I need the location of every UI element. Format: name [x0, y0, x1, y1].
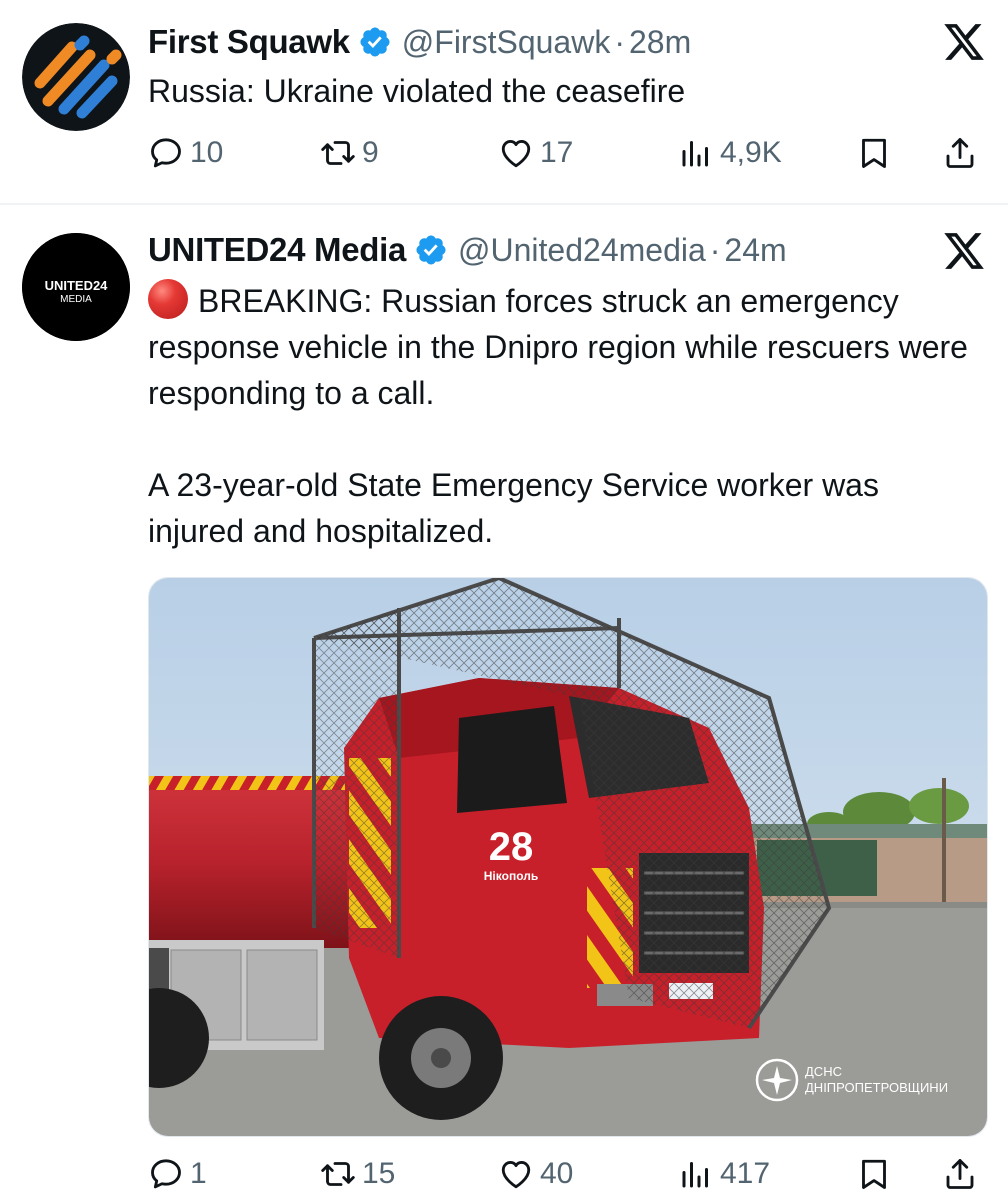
tweet-united24-media[interactable]: UNITED24 MEDIA UNITED24 Media @United24m… [0, 205, 1008, 1200]
display-name[interactable]: First Squawk [148, 23, 350, 61]
handle[interactable]: @United24media [458, 232, 706, 269]
avatar-logo-line1: UNITED24 [45, 278, 109, 293]
like-count: 40 [540, 1157, 574, 1190]
x-logo-icon[interactable] [942, 229, 986, 273]
action-bar: 1 15 40 417 [148, 1149, 988, 1199]
repost-icon [320, 135, 356, 171]
action-bar: 10 9 17 4,9K [148, 128, 988, 178]
handle[interactable]: @FirstSquawk [402, 24, 611, 61]
tweet-text: BREAKING: Russian forces struck an emerg… [148, 278, 968, 554]
avatar[interactable]: UNITED24 MEDIA [22, 233, 130, 341]
views-icon [678, 135, 714, 171]
fire-truck-photo: 28 Нікополь ДСНС ДНІПРОПЕТРОВЩИНИ [149, 578, 987, 1136]
united24-logo-icon: UNITED24 MEDIA [22, 233, 130, 341]
red-circle-emoji-icon [148, 279, 188, 319]
timestamp[interactable]: 28m [629, 24, 691, 61]
views-button[interactable]: 4,9K [678, 128, 782, 178]
share-icon [942, 135, 978, 171]
reply-button[interactable]: 1 [148, 1149, 207, 1199]
bookmark-button[interactable] [856, 1149, 892, 1199]
tweet-text: Russia: Ukraine violated the ceasefire [148, 68, 968, 114]
verified-badge-icon [414, 233, 448, 267]
tweet-text-paragraph: A 23-year-old State Emergency Service wo… [148, 467, 879, 549]
share-button[interactable] [942, 128, 978, 178]
first-squawk-logo-icon [22, 23, 130, 131]
avatar[interactable] [22, 23, 130, 131]
timestamp[interactable]: 24m [724, 232, 786, 269]
truck-number-text: 28 [489, 825, 534, 869]
like-icon [498, 135, 534, 171]
bookmark-icon [856, 1156, 892, 1192]
bookmark-icon [856, 135, 892, 171]
views-count: 4,9K [720, 136, 782, 169]
repost-button[interactable]: 9 [320, 128, 379, 178]
tweet-header: First Squawk @FirstSquawk · 28m [148, 20, 691, 64]
like-count: 17 [540, 136, 574, 169]
separator: · [709, 231, 721, 268]
bookmark-button[interactable] [856, 128, 892, 178]
reply-icon [148, 135, 184, 171]
watermark-line1: ДСНС [805, 1064, 842, 1079]
x-logo-icon[interactable] [942, 20, 986, 64]
like-button[interactable]: 40 [498, 1149, 573, 1199]
share-button[interactable] [942, 1149, 978, 1199]
repost-icon [320, 1156, 356, 1192]
separator: · [614, 23, 625, 60]
tweet-photo[interactable]: 28 Нікополь ДСНС ДНІПРОПЕТРОВЩИНИ [148, 577, 988, 1137]
repost-button[interactable]: 15 [320, 1149, 395, 1199]
views-button[interactable]: 417 [678, 1149, 770, 1199]
truck-town-text: Нікополь [484, 869, 538, 883]
repost-count: 15 [362, 1157, 396, 1190]
views-count: 417 [720, 1157, 771, 1190]
repost-count: 9 [362, 136, 379, 169]
watermark-line2: ДНІПРОПЕТРОВЩИНИ [805, 1080, 948, 1095]
reply-count: 10 [190, 136, 224, 169]
tweet-text-paragraph: BREAKING: Russian forces struck an emerg… [148, 278, 968, 416]
tweet-text-paragraph: Russia: Ukraine violated the ceasefire [148, 73, 686, 109]
tweet-header: UNITED24 Media @United24media · 24m [148, 227, 787, 273]
like-icon [498, 1156, 534, 1192]
views-icon [678, 1156, 714, 1192]
reply-button[interactable]: 10 [148, 128, 223, 178]
like-button[interactable]: 17 [498, 128, 573, 178]
display-name[interactable]: UNITED24 Media [148, 231, 406, 269]
breaking-text: BREAKING: Russian forces struck an emerg… [148, 283, 968, 411]
tweet-first-squawk[interactable]: First Squawk @FirstSquawk · 28m Russia: … [0, 0, 1008, 203]
reply-count: 1 [190, 1157, 207, 1190]
avatar-logo-line2: MEDIA [60, 294, 92, 305]
verified-badge-icon [358, 25, 392, 59]
share-icon [942, 1156, 978, 1192]
reply-icon [148, 1156, 184, 1192]
